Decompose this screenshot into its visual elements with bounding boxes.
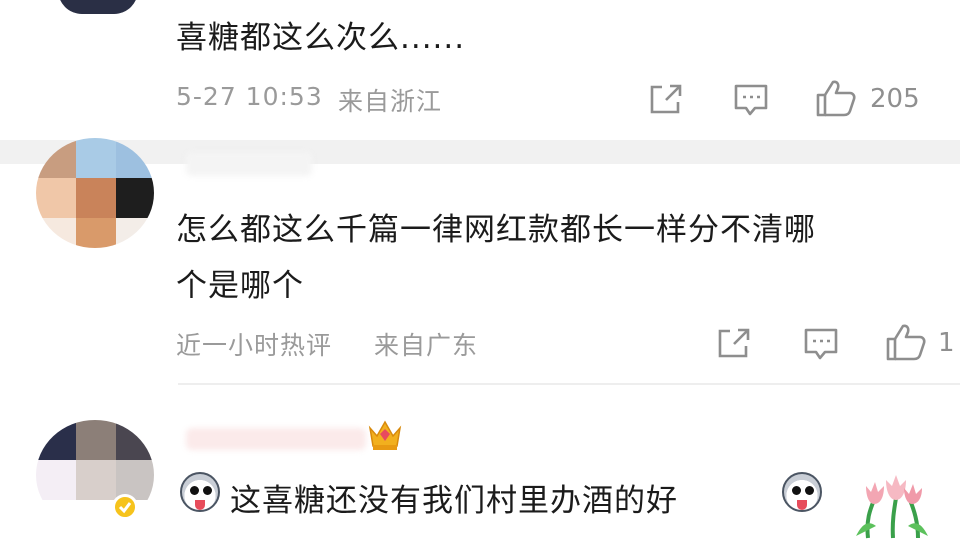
comment-location: 来自广东 (374, 331, 479, 360)
comment-location: 来自浙江 (338, 87, 443, 116)
comment-text: 怎么都这么千篇一律网红款都长一样分不清哪 (176, 212, 816, 248)
username-redacted[interactable] (186, 152, 312, 176)
comment-text: 喜糖都这么次么...... (176, 20, 466, 56)
avatar[interactable] (36, 420, 154, 530)
comment-text: 这喜糖还没有我们村里办酒的好 (230, 483, 678, 519)
thumbs-up-icon[interactable] (814, 78, 858, 118)
share-icon[interactable] (716, 326, 752, 360)
like-count: 1 (938, 328, 955, 358)
avatar[interactable] (36, 0, 156, 55)
crown-badge-icon (366, 416, 404, 456)
tulip-sticker-icon (848, 470, 938, 544)
comment-text-line2: 个是哪个 (176, 268, 304, 304)
comment-time: 5-27 10:53 (176, 82, 323, 111)
share-icon[interactable] (648, 82, 684, 116)
comment-time: 近一小时热评 (176, 331, 333, 360)
emoji-face-icon (180, 472, 220, 512)
emoji-face-icon (782, 472, 822, 512)
comment-icon[interactable] (732, 82, 770, 118)
username-redacted[interactable] (186, 428, 366, 450)
avatar[interactable] (36, 138, 154, 248)
like-count: 205 (870, 84, 920, 114)
verified-badge-icon (112, 494, 138, 520)
comment-divider (178, 383, 960, 385)
thumbs-up-icon[interactable] (884, 322, 928, 362)
comment-icon[interactable] (802, 326, 840, 362)
